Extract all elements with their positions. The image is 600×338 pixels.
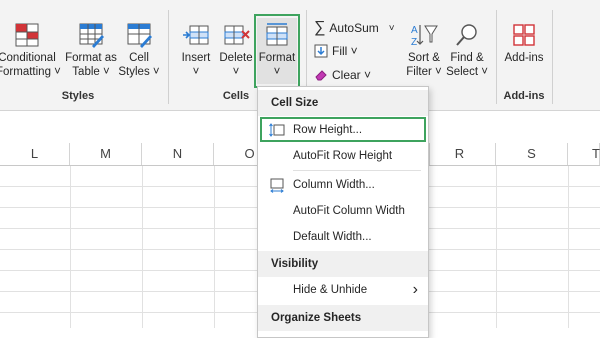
find-select-button[interactable]: Find & Select ˅	[444, 22, 490, 79]
fill-label: Fill ˅	[332, 44, 358, 58]
find-select-label-1: Find &	[450, 52, 484, 64]
autofit-column-width-label: AutoFit Column Width	[293, 205, 405, 217]
autosum-button[interactable]: ∑ AutoSum ˅	[314, 20, 395, 36]
insert-dropdown-arrow: ˅	[192, 66, 200, 78]
menu-item-hide-unhide[interactable]: Hide & Unhide ›	[258, 277, 428, 303]
delete-dropdown-arrow: ˅	[232, 66, 240, 78]
group-label-addins: Add-ins	[503, 90, 545, 102]
insert-button[interactable]: Insert ˅	[176, 22, 216, 79]
menu-header-cell-size: Cell Size	[258, 90, 428, 116]
clear-button[interactable]: Clear ˅	[314, 68, 371, 82]
eraser-icon	[315, 70, 327, 81]
sort-filter-button[interactable]: A Z Sort & Filter ˅	[402, 22, 446, 79]
magnifier-icon	[456, 24, 477, 46]
clear-label: Clear ˅	[332, 68, 372, 82]
group-separator	[552, 10, 553, 104]
column-header-R[interactable]: R	[424, 143, 496, 165]
default-width-label: Default Width...	[293, 231, 372, 243]
fill-down-icon	[314, 44, 328, 58]
delete-cells-icon	[224, 25, 250, 45]
conditional-formatting-label-2: Formatting ˅	[0, 66, 61, 78]
format-as-table-icon	[79, 23, 104, 48]
delete-label: Delete	[219, 52, 253, 64]
column-header-N[interactable]: N	[142, 143, 214, 165]
delete-button[interactable]: Delete ˅	[216, 22, 256, 79]
column-width-icon	[270, 178, 284, 193]
svg-text:A: A	[411, 25, 418, 36]
group-separator	[496, 10, 497, 104]
fill-button[interactable]: Fill ˅	[314, 44, 358, 58]
addins-grid-icon	[513, 24, 535, 46]
insert-label: Insert	[181, 52, 211, 64]
svg-text:Z: Z	[411, 37, 417, 48]
column-header-T[interactable]: T	[568, 143, 600, 165]
conditional-formatting-icon	[15, 23, 39, 47]
group-separator	[168, 10, 169, 104]
format-button-highlight	[254, 14, 300, 88]
autosum-icon: ∑	[314, 19, 326, 36]
conditional-formatting-label-1: Conditional	[0, 52, 56, 64]
sort-filter-label-1: Sort &	[408, 52, 440, 64]
menu-header-organize-sheets: Organize Sheets	[258, 305, 428, 331]
menu-item-autofit-column-width[interactable]: AutoFit Column Width	[258, 198, 428, 224]
autosum-dropdown-arrow: ˅	[388, 22, 395, 34]
menu-item-default-width[interactable]: Default Width...	[258, 224, 428, 250]
hide-unhide-label: Hide & Unhide	[293, 284, 368, 296]
submenu-arrow-icon: ›	[412, 281, 418, 298]
sort-filter-icon: A Z	[411, 25, 438, 48]
cell-styles-label-1: Cell	[129, 52, 149, 64]
autosum-label: AutoSum	[329, 21, 379, 35]
conditional-formatting-button[interactable]: Conditional Formatting ˅	[0, 22, 61, 79]
addins-button[interactable]: Add-ins	[502, 22, 546, 65]
menu-header-visibility: Visibility	[258, 251, 428, 277]
row-height-highlight	[260, 117, 426, 142]
format-as-table-label-2: Table ˅	[72, 66, 110, 78]
cell-styles-label-2: Styles ˅	[118, 66, 160, 78]
column-width-label: Column Width...	[293, 179, 375, 191]
sort-filter-label-2: Filter ˅	[406, 66, 442, 78]
cell-styles-button[interactable]: Cell Styles ˅	[116, 22, 162, 79]
group-label-cells: Cells	[222, 90, 250, 102]
cell-styles-icon	[127, 23, 152, 48]
group-label-styles: Styles	[61, 90, 95, 102]
column-header-S[interactable]: S	[496, 143, 568, 165]
format-dropdown-menu: Cell Size Row Height... AutoFit Row Heig…	[257, 86, 429, 338]
format-as-table-button[interactable]: Format as Table ˅	[62, 22, 120, 79]
menu-item-column-width[interactable]: Column Width...	[258, 172, 428, 198]
column-header-M[interactable]: M	[70, 143, 142, 165]
format-as-table-label-1: Format as	[65, 52, 117, 64]
insert-cells-icon	[183, 25, 209, 45]
find-select-label-2: Select ˅	[446, 66, 488, 78]
addins-label: Add-ins	[504, 52, 544, 64]
menu-item-autofit-row-height[interactable]: AutoFit Row Height	[258, 143, 428, 169]
menu-separator	[293, 170, 421, 171]
column-header-L[interactable]: L	[0, 143, 70, 165]
autofit-row-height-label: AutoFit Row Height	[293, 150, 393, 162]
